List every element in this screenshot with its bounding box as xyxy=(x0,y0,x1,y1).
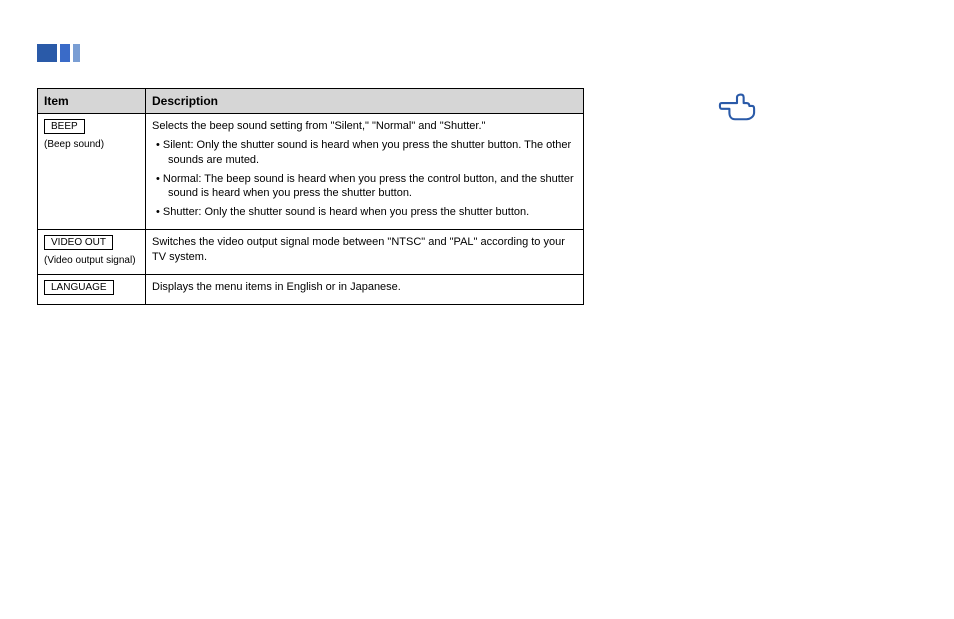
cell-item: VIDEO OUT (Video output signal) xyxy=(38,230,146,275)
pointing-hand-icon xyxy=(718,86,756,124)
logo-bars xyxy=(37,44,80,62)
section-title: Main menu (Continued) xyxy=(110,46,299,66)
cell-item: LANGUAGE xyxy=(38,274,146,304)
table-row: BEEP (Beep sound) Selects the beep sound… xyxy=(38,114,584,230)
desc-line: Selects the beep sound setting from "Sil… xyxy=(152,119,577,134)
sidenote-para: Items displayed in the Main menu vary ac… xyxy=(768,139,923,180)
item-sub: (Video output signal) xyxy=(44,255,136,266)
table-header-row: Item Description xyxy=(38,89,584,114)
desc-bullet: Normal: The beep sound is heard when you… xyxy=(152,172,577,202)
table-row: LANGUAGE Displays the menu items in Engl… xyxy=(38,274,584,304)
sidenote: If the clock setting mode is selected au… xyxy=(768,92,923,185)
cell-desc: Selects the beep sound setting from "Sil… xyxy=(146,114,584,230)
cell-desc: Switches the video output signal mode be… xyxy=(146,230,584,275)
cell-item: BEEP (Beep sound) xyxy=(38,114,146,230)
logo-bar-3 xyxy=(73,44,80,62)
logo-bar-2 xyxy=(60,44,70,62)
sidenote-para: If the clock setting mode is selected au… xyxy=(768,92,923,133)
settings-table: Item Description BEEP (Beep sound) Selec… xyxy=(37,88,584,305)
desc-bullet: Silent: Only the shutter sound is heard … xyxy=(152,138,577,168)
desc-line: Switches the video output signal mode be… xyxy=(152,235,577,265)
item-box: LANGUAGE xyxy=(44,280,114,295)
col-header-description: Description xyxy=(146,89,584,114)
table-row: VIDEO OUT (Video output signal) Switches… xyxy=(38,230,584,275)
item-box: VIDEO OUT xyxy=(44,235,113,250)
cell-desc: Displays the menu items in English or in… xyxy=(146,274,584,304)
page-footer-title: 17-GB Changing the mode settings xyxy=(0,589,954,603)
item-box: BEEP xyxy=(44,119,85,134)
col-header-item: Item xyxy=(38,89,146,114)
logo-bar-1 xyxy=(37,44,57,62)
desc-line: Displays the menu items in English or in… xyxy=(152,280,577,295)
item-sub: (Beep sound) xyxy=(44,139,104,150)
desc-bullet: Shutter: Only the shutter sound is heard… xyxy=(152,205,577,220)
